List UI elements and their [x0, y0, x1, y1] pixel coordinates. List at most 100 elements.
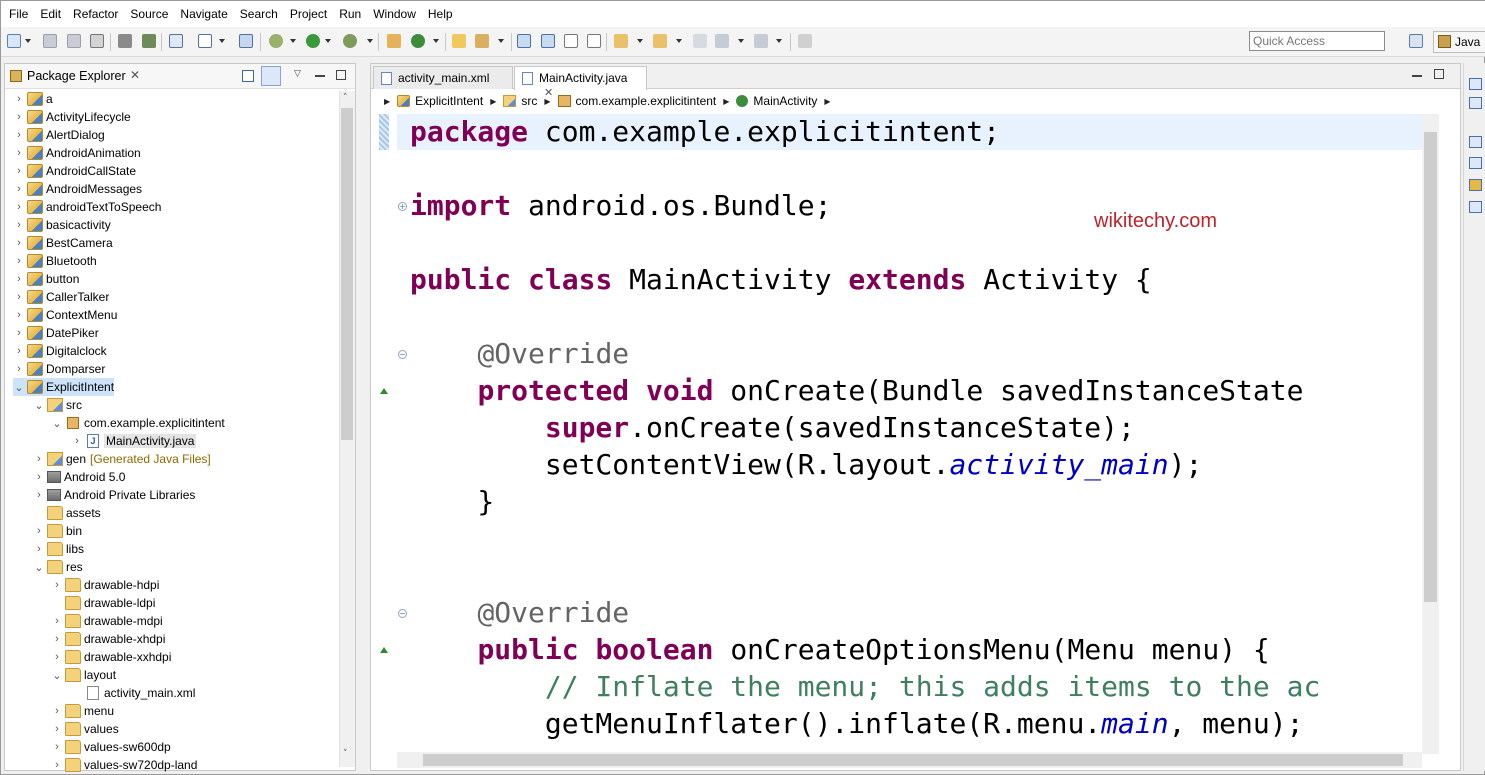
external-tools-dropdown-icon[interactable]: [367, 39, 373, 43]
new-dropdown-icon[interactable]: [25, 39, 31, 43]
tree-item[interactable]: › AndroidAnimation: [13, 144, 141, 162]
expand-arrow-icon[interactable]: ›: [13, 363, 25, 375]
expand-arrow-icon[interactable]: ›: [13, 93, 25, 105]
menu-item-edit[interactable]: Edit: [34, 7, 67, 21]
expand-arrow-icon[interactable]: ›: [13, 327, 25, 339]
save-all-icon[interactable]: [67, 34, 81, 48]
menu-item-navigate[interactable]: Navigate: [174, 7, 233, 21]
expand-arrow-icon[interactable]: ›: [13, 147, 25, 159]
expand-arrow-icon[interactable]: ›: [71, 435, 83, 447]
menu-item-project[interactable]: Project: [284, 7, 333, 21]
skip-breakpoints-icon[interactable]: [169, 34, 183, 48]
link-with-editor-icon[interactable]: [261, 66, 281, 86]
tree-item[interactable]: › Android 5.0: [33, 468, 125, 486]
view-menu-icon[interactable]: ▽: [294, 69, 301, 79]
run-icon[interactable]: [306, 34, 320, 48]
last-edit-icon[interactable]: [693, 34, 707, 48]
breadcrumb-arrow-icon[interactable]: ▶: [384, 97, 390, 106]
tree-item[interactable]: › CallerTalker: [13, 288, 109, 306]
java-perspective-button[interactable]: Java: [1433, 31, 1485, 53]
tree-item[interactable]: › J MainActivity.java: [71, 432, 197, 450]
block-selection-icon[interactable]: [564, 34, 578, 48]
expand-arrow-icon[interactable]: ›: [13, 201, 25, 213]
next-annotation-dropdown-icon[interactable]: [637, 39, 643, 43]
new-icon[interactable]: [7, 34, 21, 48]
tree-item[interactable]: › menu: [51, 702, 114, 720]
expand-arrow-icon[interactable]: ›: [51, 615, 63, 627]
collapse-arrow-icon[interactable]: ⌄: [33, 399, 45, 412]
new-package-icon[interactable]: [387, 34, 401, 48]
expand-arrow-icon[interactable]: ›: [51, 633, 63, 645]
tree-item[interactable]: › basicactivity: [13, 216, 111, 234]
print-icon[interactable]: [90, 34, 104, 48]
highlight-icon[interactable]: [541, 34, 555, 48]
collapse-arrow-icon[interactable]: ⌄: [13, 381, 25, 394]
editor-horizontal-scroll-thumb[interactable]: [423, 754, 1403, 766]
prev-annotation-dropdown-icon[interactable]: [676, 39, 682, 43]
tree-item[interactable]: drawable-ldpi: [51, 594, 155, 612]
tree-item[interactable]: › values: [51, 720, 119, 738]
breadcrumb-item[interactable]: src: [521, 94, 537, 108]
expand-arrow-icon[interactable]: ›: [13, 255, 25, 267]
next-annotation-icon[interactable]: [614, 34, 628, 48]
menu-item-search[interactable]: Search: [234, 7, 284, 21]
search-icon[interactable]: [475, 34, 489, 48]
breadcrumb-arrow-icon[interactable]: ▶: [824, 97, 830, 106]
expand-arrow-icon[interactable]: ›: [13, 309, 25, 321]
tree-scroll-thumb[interactable]: [341, 108, 353, 440]
expand-arrow-icon[interactable]: ›: [51, 651, 63, 663]
override-marker-icon[interactable]: [380, 388, 388, 394]
new-class-icon[interactable]: [411, 34, 425, 48]
expand-arrow-icon[interactable]: ›: [13, 345, 25, 357]
tree-item[interactable]: assets: [33, 504, 101, 522]
download-icon[interactable]: [118, 34, 132, 48]
tree-item[interactable]: activity_main.xml: [71, 684, 195, 702]
tree-item[interactable]: › BestCamera: [13, 234, 113, 252]
tree-item[interactable]: › Android Private Libraries: [33, 486, 195, 504]
tree-item[interactable]: ⌄ ExplicitIntent: [13, 378, 115, 396]
problems-icon[interactable]: [1469, 157, 1482, 169]
expand-arrow-icon[interactable]: ›: [51, 741, 63, 753]
expand-arrow-icon[interactable]: ›: [33, 489, 45, 501]
expand-arrow-icon[interactable]: ›: [13, 237, 25, 249]
tree-item[interactable]: › button: [13, 270, 79, 288]
tree-item[interactable]: › AndroidMessages: [13, 180, 142, 198]
tab-activity-main-xml[interactable]: activity_main.xml: [373, 66, 513, 89]
editor-minimize-icon[interactable]: [1412, 75, 1422, 77]
expand-arrow-icon[interactable]: ›: [33, 453, 45, 465]
tree-item[interactable]: › values-sw720dp-land: [51, 756, 197, 774]
expand-arrow-icon[interactable]: ›: [13, 165, 25, 177]
tree-item[interactable]: › ContextMenu: [13, 306, 117, 324]
expand-arrow-icon[interactable]: ›: [13, 273, 25, 285]
expand-fold-icon[interactable]: +: [398, 202, 407, 211]
expand-arrow-icon[interactable]: ›: [13, 183, 25, 195]
javadoc-icon[interactable]: [1469, 179, 1482, 191]
tree-item[interactable]: › Domparser: [13, 360, 105, 378]
expand-arrow-icon[interactable]: ›: [51, 723, 63, 735]
menu-item-refactor[interactable]: Refactor: [67, 7, 124, 21]
expand-arrow-icon[interactable]: ›: [33, 525, 45, 537]
tree-item[interactable]: › bin: [33, 522, 82, 540]
open-perspective-icon[interactable]: [1409, 34, 1423, 48]
breadcrumb-arrow-icon[interactable]: ▶: [544, 97, 550, 106]
collapse-arrow-icon[interactable]: ⌄: [51, 417, 63, 430]
expand-arrow-icon[interactable]: ›: [33, 543, 45, 555]
maximize-icon[interactable]: [336, 70, 346, 80]
expand-arrow-icon[interactable]: ›: [13, 291, 25, 303]
task-dropdown-icon[interactable]: [219, 39, 225, 43]
declaration-icon[interactable]: [1469, 201, 1482, 213]
breadcrumb-arrow-icon[interactable]: ▶: [723, 97, 729, 106]
open-type-icon[interactable]: [239, 34, 253, 48]
breadcrumb-item[interactable]: com.example.explicitintent: [576, 94, 717, 108]
restore-icon[interactable]: [1469, 78, 1482, 90]
restore-icon[interactable]: [1469, 136, 1482, 148]
tree-item[interactable]: › drawable-mdpi: [51, 612, 163, 630]
show-whitespace-icon[interactable]: [587, 34, 601, 48]
breadcrumb-arrow-icon[interactable]: ▶: [490, 97, 496, 106]
collapse-arrow-icon[interactable]: ⌄: [51, 669, 63, 682]
tree-item[interactable]: › Digitalclock: [13, 342, 107, 360]
menu-item-help[interactable]: Help: [422, 7, 459, 21]
tree-item[interactable]: ⌄ layout: [51, 666, 116, 684]
menu-item-source[interactable]: Source: [124, 7, 174, 21]
expand-arrow-icon[interactable]: ›: [13, 219, 25, 231]
